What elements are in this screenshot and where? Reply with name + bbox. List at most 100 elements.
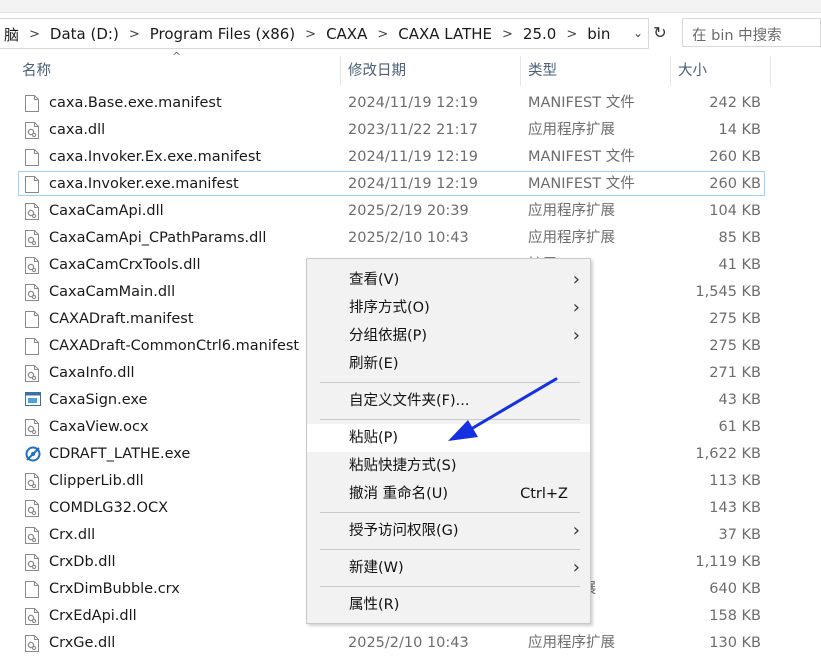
menu-item-label: 授予访问权限(G) <box>349 523 459 539</box>
address-dropdown-icon[interactable]: ⌄ <box>630 22 646 44</box>
file-name: COMDLG32.OCX <box>49 500 169 516</box>
file-row[interactable]: CaxaCamApi_CPathParams.dll 2025/2/10 10:4… <box>0 225 821 252</box>
file-name: caxa.dll <box>49 122 106 138</box>
dll-icon <box>25 554 39 571</box>
menu-item-shortcut: Ctrl+Z <box>520 486 568 502</box>
file-date: 2024/11/19 12:19 <box>348 176 478 192</box>
file-row[interactable]: caxa.dll 2023/11/22 21:17 应用程序扩展 14 KB <box>0 117 821 144</box>
file-name: CAXADraft.manifest <box>49 311 194 327</box>
file-type: 应用程序扩展 <box>528 203 615 219</box>
file-row[interactable]: caxa.Base.exe.manifest 2024/11/19 12:19 MA… <box>0 90 821 117</box>
file-size: 1,545 KB <box>695 284 761 300</box>
dll-icon <box>25 473 39 490</box>
breadcrumb-chevron-icon[interactable]: > <box>560 27 583 42</box>
file-size: 41 KB <box>718 257 761 273</box>
menu-item-customize-folder[interactable]: 自定义文件夹(F)... <box>307 387 590 415</box>
column-divider[interactable] <box>340 56 341 86</box>
breadcrumb-chevron-icon[interactable]: > <box>123 27 146 42</box>
menu-item-view[interactable]: 查看(V) › <box>307 266 590 294</box>
file-size: 275 KB <box>709 311 761 327</box>
breadcrumb-chevron-icon[interactable]: > <box>23 27 46 42</box>
menu-item-label: 自定义文件夹(F)... <box>349 393 470 409</box>
menu-separator <box>320 586 580 587</box>
column-header-size[interactable]: 大小 <box>678 56 707 86</box>
file-type: 应用程序扩展 <box>528 635 615 651</box>
search-input[interactable]: 在 bin 中搜索 <box>682 18 821 47</box>
file-name: CrxDimBubble.crx <box>49 581 180 597</box>
column-divider[interactable] <box>670 56 671 86</box>
address-bar[interactable]: 脑 > Data (D:) > Program Files (x86) > CA… <box>0 18 649 49</box>
file-size: 158 KB <box>709 608 761 624</box>
breadcrumb-item[interactable]: Program Files (x86) <box>146 25 299 43</box>
file-size: 113 KB <box>709 473 761 489</box>
menu-item-label: 查看(V) <box>349 272 400 288</box>
breadcrumb-item[interactable]: bin <box>583 25 614 43</box>
menu-item-grant-access[interactable]: 授予访问权限(G) › <box>307 517 590 545</box>
file-size: 61 KB <box>718 419 761 435</box>
file-name: CaxaCamApi.dll <box>49 203 164 219</box>
menu-item-group[interactable]: 分组依据(P) › <box>307 322 590 350</box>
file-date: 2023/11/22 21:17 <box>348 122 478 138</box>
breadcrumb-chevron-icon[interactable]: > <box>496 27 519 42</box>
menu-item-label: 粘贴快捷方式(S) <box>349 458 457 474</box>
column-header-type[interactable]: 类型 <box>528 56 557 86</box>
menu-item-paste[interactable]: 粘贴(P) <box>307 424 590 452</box>
breadcrumb-chevron-icon[interactable]: > <box>371 27 394 42</box>
breadcrumb-item[interactable]: CAXA <box>322 25 371 43</box>
file-row[interactable]: CrxGe.dll 2025/2/10 10:43 应用程序扩展 130 KB <box>0 630 821 657</box>
dll-icon <box>25 257 39 274</box>
file-type: 应用程序扩展 <box>528 122 615 138</box>
top-toolbar-strip <box>0 0 821 13</box>
menu-item-properties[interactable]: 属性(R) <box>307 591 590 619</box>
menu-item-sort[interactable]: 排序方式(O) › <box>307 294 590 322</box>
breadcrumb-item[interactable]: 脑 <box>0 24 23 45</box>
file-row[interactable]: caxa.Invoker.Ex.exe.manifest 2024/11/19 1… <box>0 144 821 171</box>
file-date: 2025/2/10 10:43 <box>348 230 469 246</box>
file-icon <box>25 149 39 166</box>
menu-item-refresh[interactable]: 刷新(E) <box>307 350 590 378</box>
exe-icon <box>25 392 41 409</box>
menu-item-undo-rename[interactable]: 撤消 重命名(U) Ctrl+Z <box>307 480 590 508</box>
file-name: Crx.dll <box>49 527 96 543</box>
column-header-name[interactable]: 名称 <box>22 56 51 86</box>
sort-ascending-icon: ^ <box>172 50 182 63</box>
file-size: 260 KB <box>709 176 761 192</box>
dll-icon <box>25 284 39 301</box>
breadcrumb-item[interactable]: CAXA LATHE <box>394 25 496 43</box>
file-type: 应用程序扩展 <box>528 230 615 246</box>
file-row[interactable]: caxa.Invoker.exe.manifest 2024/11/19 12:1… <box>0 171 821 198</box>
menu-item-label: 撤消 重命名(U) <box>349 486 449 502</box>
file-name: CDRAFT_LATHE.exe <box>49 446 191 462</box>
breadcrumb-item[interactable]: Data (D:) <box>46 25 123 43</box>
file-name: CaxaCamMain.dll <box>49 284 176 300</box>
file-row[interactable]: CaxaCamApi.dll 2025/2/19 20:39 应用程序扩展 104 K… <box>0 198 821 225</box>
menu-item-label: 新建(W) <box>349 560 404 576</box>
menu-item-new[interactable]: 新建(W) › <box>307 554 590 582</box>
column-divider[interactable] <box>770 56 771 86</box>
dll-icon <box>25 122 39 139</box>
file-name: CaxaSign.exe <box>49 392 148 408</box>
chevron-right-icon: › <box>572 269 580 290</box>
column-header-date[interactable]: 修改日期 <box>348 56 406 86</box>
breadcrumb-item[interactable]: 25.0 <box>519 25 560 43</box>
file-size: 640 KB <box>709 581 761 597</box>
chevron-right-icon: › <box>572 325 580 346</box>
file-date: 2024/11/19 12:19 <box>348 149 478 165</box>
column-divider[interactable] <box>520 56 521 86</box>
file-name: CrxDb.dll <box>49 554 116 570</box>
menu-item-paste-shortcut[interactable]: 粘贴快捷方式(S) <box>307 452 590 480</box>
breadcrumb-chevron-icon[interactable]: > <box>299 27 322 42</box>
file-type: MANIFEST 文件 <box>528 176 635 192</box>
file-size: 275 KB <box>709 338 761 354</box>
file-size: 104 KB <box>709 203 761 219</box>
dll-icon <box>25 203 39 220</box>
file-type: MANIFEST 文件 <box>528 149 635 165</box>
file-name: CaxaCamApi_CPathParams.dll <box>49 230 267 246</box>
file-date: 2024/11/19 12:19 <box>348 95 478 111</box>
dll-icon <box>25 527 39 544</box>
file-size: 242 KB <box>709 95 761 111</box>
refresh-icon[interactable]: ↻ <box>649 18 671 47</box>
lathe-app-icon <box>25 446 41 463</box>
file-type: MANIFEST 文件 <box>528 95 635 111</box>
file-size: 14 KB <box>718 122 761 138</box>
